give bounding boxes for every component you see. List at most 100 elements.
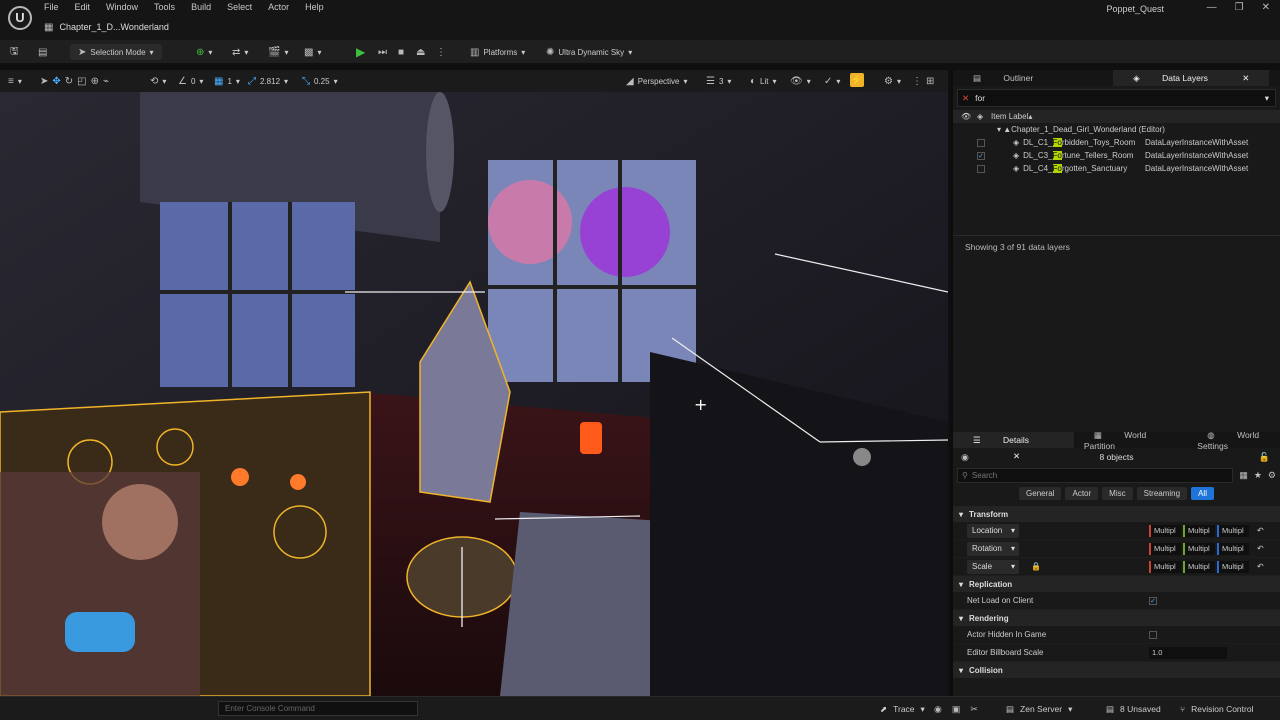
minimize-icon[interactable]: — [1207, 2, 1217, 13]
eject-button[interactable]: ⏏ [416, 44, 425, 60]
close-icon[interactable]: ✕ [1262, 2, 1270, 13]
data-layer-checkbox-checked[interactable]: ✓ [977, 151, 985, 160]
category-actor[interactable]: Actor [1065, 487, 1099, 500]
select-tool-icon[interactable]: ➤ [40, 76, 48, 87]
star-icon[interactable]: ★ [1254, 470, 1262, 481]
data-layer-checkbox[interactable] [977, 138, 985, 147]
layout-dropdown[interactable]: ☰ 3 ▾ [706, 73, 731, 89]
lock-icon[interactable]: 🔒 [1031, 562, 1041, 571]
modes-button[interactable]: ▩ ▾ [304, 44, 321, 60]
scale-z-field[interactable]: Multipl [1217, 561, 1249, 573]
data-layer-row[interactable]: ◈ DL_C1_ Fo rbidden_Toys_Room DataLayerIns… [953, 136, 1280, 149]
realtime-button[interactable]: ✓ ▾ [824, 73, 840, 89]
location-x-field[interactable]: Multipl [1149, 525, 1181, 537]
scale-snap-button[interactable]: ▦ 1 ▾ [214, 73, 240, 89]
rotation-snap-button[interactable]: ∠ 0 ▾ [178, 73, 203, 89]
category-all[interactable]: All [1191, 487, 1214, 500]
category-misc[interactable]: Misc [1102, 487, 1133, 500]
unsaved-button[interactable]: ▤ 8 Unsaved [1106, 704, 1161, 715]
tools-icon[interactable]: ✂ [970, 704, 978, 715]
maximize-icon[interactable]: ❐ [1235, 2, 1244, 13]
menu-select[interactable]: Select [227, 2, 252, 12]
zen-server-button[interactable]: ▤ Zen Server ▾ [1006, 704, 1072, 715]
clear-filter-icon[interactable]: ✕ [962, 93, 969, 104]
grid-snap-button[interactable]: ⟲ ▾ [150, 73, 166, 89]
rotation-x-field[interactable]: Multipl [1149, 543, 1181, 555]
data-layer-row[interactable]: ✓ ◈ DL_C3_ Fo rtune_Tellers_Room DataLayer… [953, 149, 1280, 162]
scale-x-field[interactable]: Multipl [1149, 561, 1181, 573]
game-view-toggle[interactable]: ⚡ [850, 73, 864, 87]
viewport-options-button[interactable]: ≡ ▾ [8, 73, 22, 89]
level-viewport[interactable]: + [0, 92, 948, 696]
screenshot-icon[interactable]: ▣ [952, 704, 961, 715]
ultra-dynamic-sky-button[interactable]: ✺ Ultra Dynamic Sky ▾ [546, 44, 632, 60]
trace-button[interactable]: ⬈ Trace ▾ [880, 704, 925, 715]
category-streaming[interactable]: Streaming [1136, 487, 1188, 500]
chevron-down-icon[interactable]: ▾ [1265, 93, 1269, 104]
table-view-icon[interactable]: ▦ [1239, 470, 1248, 481]
viewport-more-button[interactable]: ⋮ [912, 73, 922, 89]
show-flags-button[interactable]: 👁 ▾ [790, 73, 811, 89]
scale-y-field[interactable]: Multipl [1183, 561, 1215, 573]
menu-build[interactable]: Build [191, 2, 211, 12]
column-header[interactable]: 👁 ◈ Item Label ▴ [953, 110, 1280, 123]
reset-icon[interactable]: ↶ [1257, 562, 1264, 571]
details-search-input[interactable]: ⚲ Search [957, 468, 1234, 483]
reset-icon[interactable]: ↶ [1257, 526, 1264, 535]
location-dropdown[interactable]: Location ▾ [967, 524, 1019, 538]
unreal-logo-icon[interactable]: U [8, 6, 32, 30]
replication-section[interactable]: ▾ Replication [953, 576, 1280, 592]
console-input[interactable]: Enter Console Command [218, 701, 418, 716]
rotation-y-field[interactable]: Multipl [1183, 543, 1215, 555]
lock-icon[interactable]: 🔓 [1259, 452, 1270, 463]
add-actor-button[interactable]: ⊕ ▾ [196, 44, 212, 60]
data-layer-row[interactable]: ◈ DL_C4_ Fo rgotten_Sanctuary DataLayerIns… [953, 162, 1280, 175]
close-tab-icon[interactable]: ✕ [1232, 73, 1259, 83]
selection-mode-dropdown[interactable]: ➤ Selection Mode ▾ [70, 44, 162, 60]
advance-frame-button[interactable]: ⏭ [378, 44, 387, 60]
actor-hidden-checkbox[interactable] [1149, 630, 1157, 639]
cinematics-button[interactable]: 🎬 ▾ [268, 44, 288, 60]
rendering-section[interactable]: ▾ Rendering [953, 610, 1280, 626]
grid-size-button[interactable]: ⤡ 0.25 ▾ [302, 73, 338, 89]
data-layer-checkbox[interactable] [977, 164, 985, 173]
play-button[interactable]: ▶ [356, 44, 365, 60]
reset-icon[interactable]: ↶ [1257, 544, 1264, 553]
tab-details[interactable]: ☰ Details ✕ [953, 432, 1074, 461]
camera-speed-button[interactable]: ⤢ 2.812 ▾ [248, 73, 288, 89]
menu-file[interactable]: File [44, 2, 59, 12]
net-load-checkbox[interactable]: ✓ [1149, 596, 1157, 605]
rotation-dropdown[interactable]: Rotation ▾ [967, 542, 1019, 556]
view-mode-dropdown[interactable]: ◐ Lit ▾ [750, 73, 777, 89]
settings-icon[interactable]: ⚙ [1268, 470, 1276, 481]
revision-control-button[interactable]: ⑂ Revision Control [1180, 704, 1253, 714]
menu-window[interactable]: Window [106, 2, 138, 12]
rotation-z-field[interactable]: Multipl [1217, 543, 1249, 555]
menu-help[interactable]: Help [305, 2, 324, 12]
platforms-dropdown[interactable]: ▥ Platforms ▾ [470, 44, 525, 60]
perspective-dropdown[interactable]: ◢ Perspective ▾ [626, 73, 688, 89]
record-icon[interactable]: ◉ [934, 704, 942, 715]
stop-button[interactable]: ■ [398, 44, 404, 60]
scale-tool-icon[interactable]: ◰ [77, 76, 86, 87]
surface-snap-icon[interactable]: ⌁ [103, 76, 109, 87]
transform-section[interactable]: ▾ Transform [953, 506, 1280, 522]
play-options-button[interactable]: ⋮ [436, 44, 446, 60]
blueprints-button[interactable]: ⇄ ▾ [232, 44, 248, 60]
level-tab[interactable]: ▦ Chapter_1_D...Wonderland [44, 19, 169, 35]
move-tool-icon[interactable]: ✥ [52, 76, 60, 87]
collision-section[interactable]: ▾ Collision [953, 662, 1280, 678]
viewport-settings-button[interactable]: ⚙ ▾ [884, 73, 901, 89]
menu-actor[interactable]: Actor [268, 2, 289, 12]
menu-edit[interactable]: Edit [75, 2, 91, 12]
maximize-viewport-button[interactable]: ⊞ [926, 73, 934, 89]
scale-dropdown[interactable]: Scale ▾ [967, 560, 1019, 574]
rotate-tool-icon[interactable]: ↻ [65, 76, 73, 87]
location-y-field[interactable]: Multipl [1183, 525, 1215, 537]
category-general[interactable]: General [1019, 487, 1062, 500]
tree-expand-icon[interactable]: ▾ ▲ [997, 125, 1011, 134]
menu-tools[interactable]: Tools [154, 2, 175, 12]
content-browser-button[interactable]: ▤ [38, 44, 47, 60]
tree-root-row[interactable]: ▾ ▲ Chapter_1_Dead_Girl_Wonderland (Edit… [953, 123, 1280, 136]
billboard-scale-field[interactable]: 1.0 [1149, 647, 1227, 659]
